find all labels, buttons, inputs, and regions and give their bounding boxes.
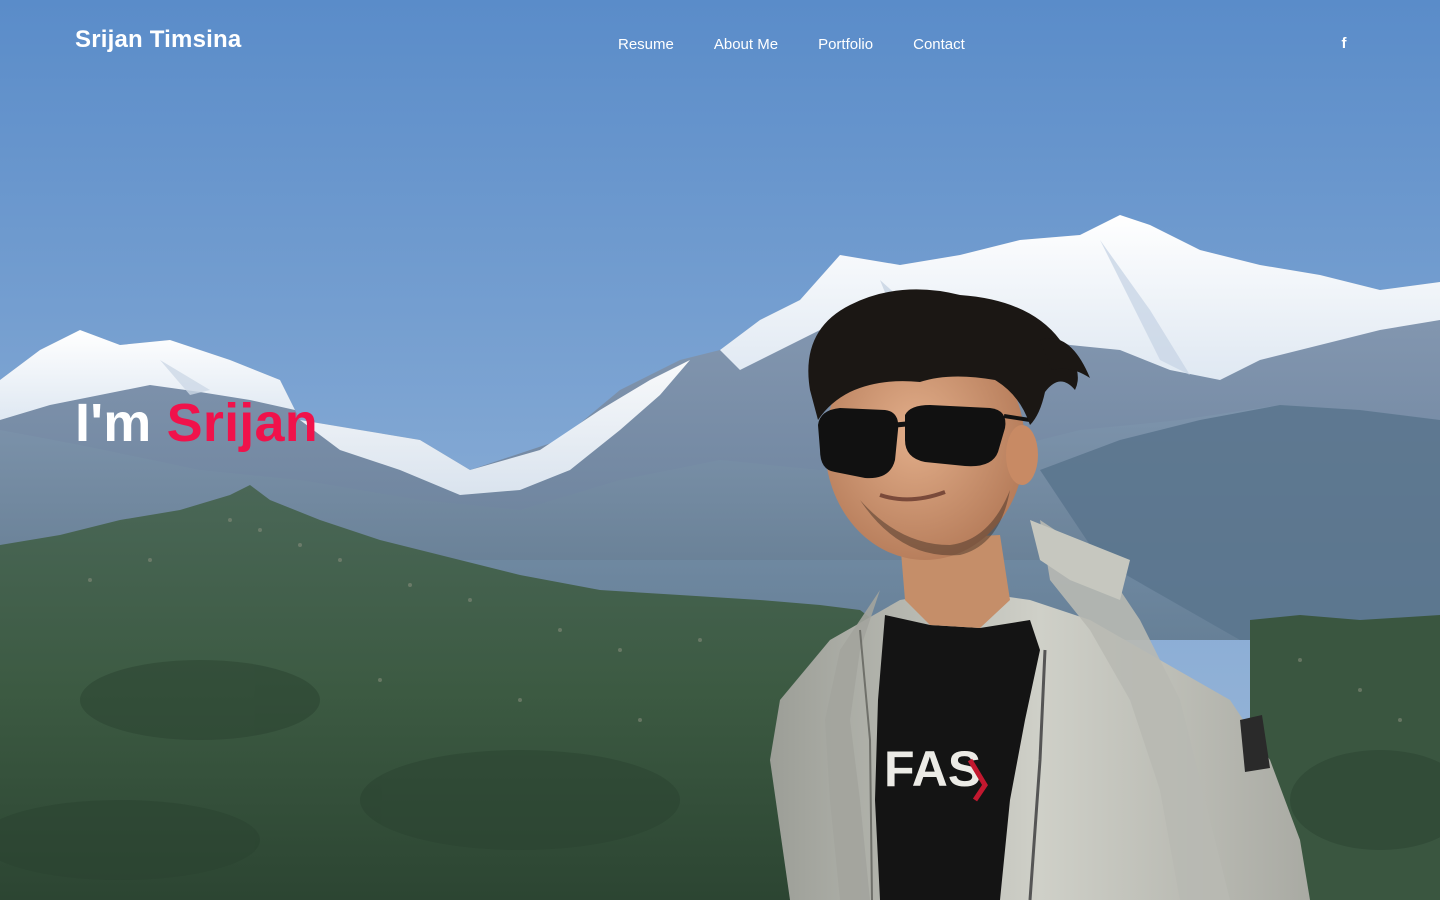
nav-link-contact[interactable]: Contact — [913, 36, 965, 53]
site-header: Srijan Timsina Resume About Me Portfolio… — [0, 0, 1440, 90]
nav-link-portfolio[interactable]: Portfolio — [818, 36, 873, 53]
shirt-print-text: FAS — [884, 741, 981, 797]
site-brand-link[interactable]: Srijan Timsina — [75, 26, 241, 54]
hero-headline-name: Srijan — [166, 393, 318, 453]
main-navigation: Resume About Me Portfolio Contact — [618, 36, 965, 53]
hero-headline: I'm Srijan — [75, 392, 318, 454]
facebook-icon[interactable]: f — [1336, 34, 1352, 52]
nav-link-resume[interactable]: Resume — [618, 36, 674, 53]
hero-headline-prefix: I'm — [75, 393, 152, 453]
hero-section: FAS Srijan Timsina Resume About Me Portf… — [0, 0, 1440, 900]
nav-link-about-me[interactable]: About Me — [714, 36, 778, 53]
